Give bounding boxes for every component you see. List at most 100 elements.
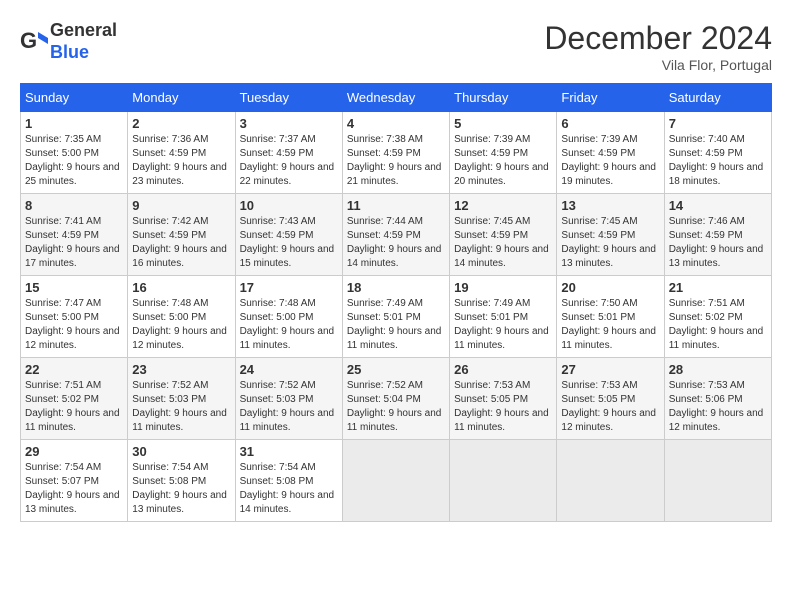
day-number: 21 — [669, 280, 767, 295]
weekday-header-thursday: Thursday — [450, 84, 557, 112]
calendar-day-19: 19 Sunrise: 7:49 AMSunset: 5:01 PMDayligh… — [450, 276, 557, 358]
calendar-day-28: 28 Sunrise: 7:53 AMSunset: 5:06 PMDayligh… — [664, 358, 771, 440]
day-info: Sunrise: 7:53 AMSunset: 5:05 PMDaylight:… — [561, 379, 659, 435]
weekday-header-monday: Monday — [128, 84, 235, 112]
day-number: 16 — [132, 280, 230, 295]
day-info: Sunrise: 7:43 AMSunset: 4:59 PMDaylight:… — [240, 215, 338, 271]
day-info: Sunrise: 7:51 AMSunset: 5:02 PMDaylight:… — [25, 379, 123, 435]
day-info: Sunrise: 7:35 AMSunset: 5:00 PMDaylight:… — [25, 133, 123, 189]
empty-cell — [342, 440, 449, 522]
calendar-day-13: 13Sunrise: 7:45 AMSunset: 4:59 PMDayligh… — [557, 194, 664, 276]
day-info: Sunrise: 7:48 AMSunset: 5:00 PMDaylight:… — [132, 297, 230, 353]
day-info: Sunrise: 7:46 AMSunset: 4:59 PMDaylight:… — [669, 215, 767, 271]
day-info: Sunrise: 7:53 AMSunset: 5:05 PMDaylight:… — [454, 379, 552, 435]
calendar-day-24: 24Sunrise: 7:52 AMSunset: 5:03 PMDayligh… — [235, 358, 342, 440]
day-info: Sunrise: 7:50 AMSunset: 5:01 PMDaylight:… — [561, 297, 659, 353]
month-title: December 2024 — [544, 20, 772, 57]
calendar-week-2: 8 Sunrise: 7:41 AMSunset: 4:59 PMDaylight… — [21, 194, 772, 276]
calendar-week-3: 15Sunrise: 7:47 AMSunset: 5:00 PMDayligh… — [21, 276, 772, 358]
day-number: 19 — [454, 280, 552, 295]
day-info: Sunrise: 7:52 AMSunset: 5:04 PMDaylight:… — [347, 379, 445, 435]
day-info: Sunrise: 7:53 AMSunset: 5:06 PMDaylight:… — [669, 379, 767, 435]
day-info: Sunrise: 7:54 AMSunset: 5:07 PMDaylight:… — [25, 461, 123, 517]
page-header: G General Blue December 2024 Vila Flor, … — [20, 20, 772, 73]
calendar-day-25: 25Sunrise: 7:52 AMSunset: 5:04 PMDayligh… — [342, 358, 449, 440]
day-number: 12 — [454, 198, 552, 213]
calendar-day-5: 5 Sunrise: 7:39 AMSunset: 4:59 PMDaylight… — [450, 112, 557, 194]
day-number: 28 — [669, 362, 767, 377]
day-info: Sunrise: 7:54 AMSunset: 5:08 PMDaylight:… — [240, 461, 338, 517]
day-number: 11 — [347, 198, 445, 213]
location-subtitle: Vila Flor, Portugal — [544, 57, 772, 73]
day-info: Sunrise: 7:41 AMSunset: 4:59 PMDaylight:… — [25, 215, 123, 271]
day-info: Sunrise: 7:45 AMSunset: 4:59 PMDaylight:… — [561, 215, 659, 271]
day-number: 14 — [669, 198, 767, 213]
calendar-day-30: 30 Sunrise: 7:54 AMSunset: 5:08 PMDayligh… — [128, 440, 235, 522]
calendar-week-5: 29 Sunrise: 7:54 AMSunset: 5:07 PMDayligh… — [21, 440, 772, 522]
day-info: Sunrise: 7:40 AMSunset: 4:59 PMDaylight:… — [669, 133, 767, 189]
day-number: 10 — [240, 198, 338, 213]
calendar-day-31: 31Sunrise: 7:54 AMSunset: 5:08 PMDayligh… — [235, 440, 342, 522]
day-info: Sunrise: 7:54 AMSunset: 5:08 PMDaylight:… — [132, 461, 230, 517]
calendar-week-1: 1 Sunrise: 7:35 AMSunset: 5:00 PMDaylight… — [21, 112, 772, 194]
logo-text: General Blue — [50, 20, 117, 63]
day-number: 5 — [454, 116, 552, 131]
calendar-day-15: 15Sunrise: 7:47 AMSunset: 5:00 PMDayligh… — [21, 276, 128, 358]
calendar-day-21: 21 Sunrise: 7:51 AMSunset: 5:02 PMDayligh… — [664, 276, 771, 358]
day-number: 29 — [25, 444, 123, 459]
day-number: 24 — [240, 362, 338, 377]
empty-cell — [557, 440, 664, 522]
day-number: 3 — [240, 116, 338, 131]
day-number: 23 — [132, 362, 230, 377]
day-info: Sunrise: 7:39 AMSunset: 4:59 PMDaylight:… — [454, 133, 552, 189]
calendar-day-10: 10 Sunrise: 7:43 AMSunset: 4:59 PMDayligh… — [235, 194, 342, 276]
weekday-header-row: SundayMondayTuesdayWednesdayThursdayFrid… — [21, 84, 772, 112]
day-number: 17 — [240, 280, 338, 295]
day-number: 7 — [669, 116, 767, 131]
weekday-header-tuesday: Tuesday — [235, 84, 342, 112]
weekday-header-wednesday: Wednesday — [342, 84, 449, 112]
calendar-day-2: 2 Sunrise: 7:36 AMSunset: 4:59 PMDaylight… — [128, 112, 235, 194]
day-number: 18 — [347, 280, 445, 295]
calendar-week-4: 22 Sunrise: 7:51 AMSunset: 5:02 PMDayligh… — [21, 358, 772, 440]
day-info: Sunrise: 7:38 AMSunset: 4:59 PMDaylight:… — [347, 133, 445, 189]
calendar-day-27: 27 Sunrise: 7:53 AMSunset: 5:05 PMDayligh… — [557, 358, 664, 440]
day-number: 20 — [561, 280, 659, 295]
day-number: 30 — [132, 444, 230, 459]
calendar-day-18: 18 Sunrise: 7:49 AMSunset: 5:01 PMDayligh… — [342, 276, 449, 358]
day-info: Sunrise: 7:51 AMSunset: 5:02 PMDaylight:… — [669, 297, 767, 353]
day-info: Sunrise: 7:49 AMSunset: 5:01 PMDaylight:… — [454, 297, 552, 353]
weekday-header-sunday: Sunday — [21, 84, 128, 112]
day-number: 9 — [132, 198, 230, 213]
day-info: Sunrise: 7:42 AMSunset: 4:59 PMDaylight:… — [132, 215, 230, 271]
day-info: Sunrise: 7:49 AMSunset: 5:01 PMDaylight:… — [347, 297, 445, 353]
calendar-day-14: 14 Sunrise: 7:46 AMSunset: 4:59 PMDayligh… — [664, 194, 771, 276]
day-info: Sunrise: 7:45 AMSunset: 4:59 PMDaylight:… — [454, 215, 552, 271]
weekday-header-saturday: Saturday — [664, 84, 771, 112]
day-number: 26 — [454, 362, 552, 377]
day-number: 8 — [25, 198, 123, 213]
calendar-day-16: 16 Sunrise: 7:48 AMSunset: 5:00 PMDayligh… — [128, 276, 235, 358]
calendar-day-26: 26 Sunrise: 7:53 AMSunset: 5:05 PMDayligh… — [450, 358, 557, 440]
day-number: 4 — [347, 116, 445, 131]
calendar-day-29: 29 Sunrise: 7:54 AMSunset: 5:07 PMDayligh… — [21, 440, 128, 522]
day-number: 22 — [25, 362, 123, 377]
day-number: 2 — [132, 116, 230, 131]
day-info: Sunrise: 7:48 AMSunset: 5:00 PMDaylight:… — [240, 297, 338, 353]
calendar-day-6: 6Sunrise: 7:39 AMSunset: 4:59 PMDaylight… — [557, 112, 664, 194]
calendar-day-9: 9 Sunrise: 7:42 AMSunset: 4:59 PMDaylight… — [128, 194, 235, 276]
calendar-day-4: 4 Sunrise: 7:38 AMSunset: 4:59 PMDaylight… — [342, 112, 449, 194]
calendar-day-3: 3 Sunrise: 7:37 AMSunset: 4:59 PMDaylight… — [235, 112, 342, 194]
svg-text:G: G — [20, 28, 37, 53]
day-number: 27 — [561, 362, 659, 377]
calendar-day-8: 8 Sunrise: 7:41 AMSunset: 4:59 PMDaylight… — [21, 194, 128, 276]
logo: G General Blue — [20, 20, 117, 63]
day-number: 1 — [25, 116, 123, 131]
calendar-day-17: 17 Sunrise: 7:48 AMSunset: 5:00 PMDayligh… — [235, 276, 342, 358]
calendar-day-22: 22 Sunrise: 7:51 AMSunset: 5:02 PMDayligh… — [21, 358, 128, 440]
day-number: 6 — [561, 116, 659, 131]
day-info: Sunrise: 7:37 AMSunset: 4:59 PMDaylight:… — [240, 133, 338, 189]
day-info: Sunrise: 7:36 AMSunset: 4:59 PMDaylight:… — [132, 133, 230, 189]
calendar-day-12: 12 Sunrise: 7:45 AMSunset: 4:59 PMDayligh… — [450, 194, 557, 276]
day-info: Sunrise: 7:52 AMSunset: 5:03 PMDaylight:… — [132, 379, 230, 435]
